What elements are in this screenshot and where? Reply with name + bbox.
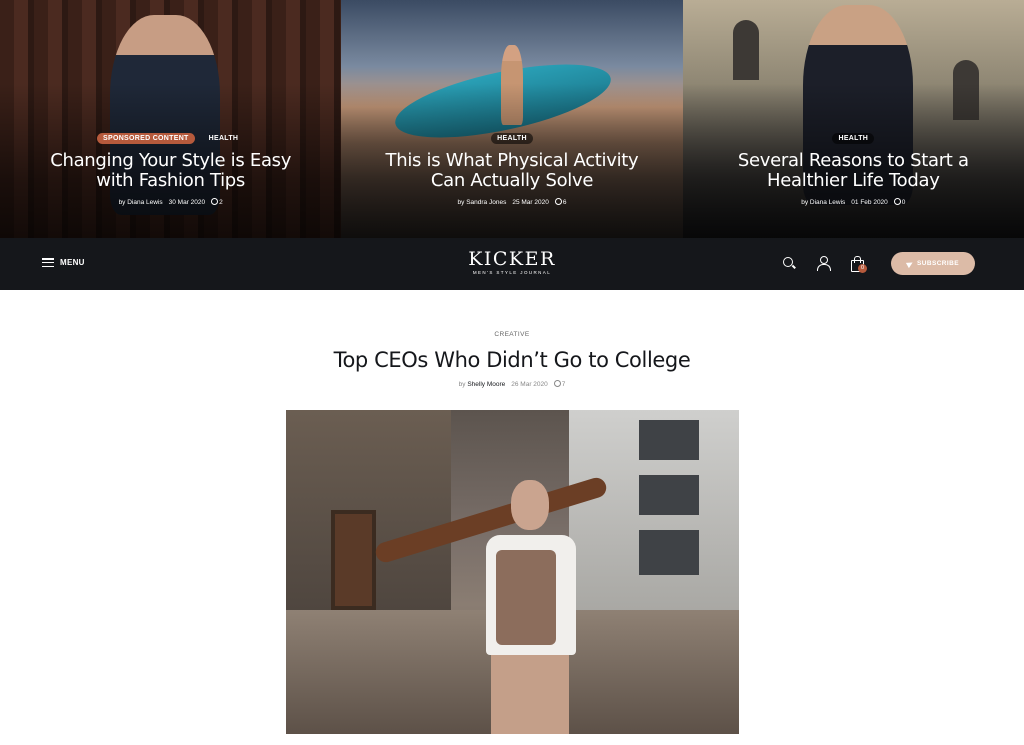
article-date: 26 Mar 2020 bbox=[511, 380, 548, 388]
card-meta: by Diana Lewis 30 Mar 2020 2 bbox=[0, 198, 341, 206]
card-title[interactable]: Several Reasons to Start a Healthier Lif… bbox=[713, 151, 993, 191]
card-content: SPONSORED CONTENT HEALTH Changing Your S… bbox=[0, 131, 341, 206]
logo-tagline: MEN'S STYLE JOURNAL bbox=[472, 270, 552, 275]
site-header: MENU KICKER MEN'S STYLE JOURNAL 0 SUBSCR… bbox=[0, 238, 1024, 290]
card-meta: by Sandra Jones 25 Mar 2020 6 bbox=[341, 198, 682, 206]
card-content: HEALTH Several Reasons to Start a Health… bbox=[683, 131, 1024, 206]
article-comments[interactable]: 7 bbox=[553, 380, 565, 388]
card-title[interactable]: Changing Your Style is Easy with Fashion… bbox=[31, 151, 311, 191]
cart-icon[interactable]: 0 bbox=[850, 256, 867, 273]
comment-icon bbox=[553, 380, 561, 387]
cart-count-badge: 0 bbox=[858, 264, 867, 273]
comment-icon bbox=[554, 198, 562, 205]
category-tag[interactable]: HEALTH bbox=[491, 132, 533, 144]
category-tag[interactable]: HEALTH bbox=[203, 133, 245, 144]
user-icon[interactable] bbox=[816, 256, 831, 271]
article-by: by bbox=[458, 380, 466, 388]
card-meta: by Diana Lewis 01 Feb 2020 0 bbox=[683, 198, 1024, 206]
article-author[interactable]: Shelly Moore bbox=[467, 381, 505, 388]
article-meta: by Shelly Moore 26 Mar 2020 7 bbox=[0, 380, 1024, 388]
site-logo[interactable]: KICKER MEN'S STYLE JOURNAL bbox=[0, 248, 1024, 276]
header-actions: 0 bbox=[782, 256, 867, 273]
featured-card[interactable]: HEALTH Several Reasons to Start a Health… bbox=[682, 0, 1024, 238]
card-date: 01 Feb 2020 bbox=[851, 198, 888, 206]
article: CREATIVE Top CEOs Who Didn’t Go to Colle… bbox=[0, 331, 1024, 388]
featured-posts: SPONSORED CONTENT HEALTH Changing Your S… bbox=[0, 0, 1024, 238]
card-author[interactable]: by Diana Lewis bbox=[119, 199, 163, 206]
card-author[interactable]: by Diana Lewis bbox=[801, 199, 845, 206]
card-title[interactable]: This is What Physical Activity Can Actua… bbox=[372, 151, 652, 191]
comment-icon bbox=[893, 198, 901, 205]
category-tag[interactable]: HEALTH bbox=[832, 132, 875, 144]
featured-card[interactable]: HEALTH This is What Physical Activity Ca… bbox=[341, 0, 683, 238]
card-comments[interactable]: 0 bbox=[893, 198, 905, 206]
card-content: HEALTH This is What Physical Activity Ca… bbox=[341, 131, 682, 206]
card-date: 30 Mar 2020 bbox=[168, 198, 206, 206]
article-title[interactable]: Top CEOs Who Didn’t Go to College bbox=[0, 348, 1024, 372]
send-icon bbox=[905, 259, 915, 268]
card-comments[interactable]: 2 bbox=[211, 198, 223, 206]
search-icon[interactable] bbox=[782, 256, 796, 270]
comment-icon bbox=[211, 198, 219, 205]
article-featured-image[interactable] bbox=[286, 410, 739, 734]
subscribe-label: SUBSCRIBE bbox=[917, 260, 959, 267]
logo-wordmark: KICKER bbox=[468, 248, 556, 270]
subscribe-button[interactable]: SUBSCRIBE bbox=[891, 252, 975, 275]
sponsored-badge[interactable]: SPONSORED CONTENT bbox=[97, 132, 195, 144]
article-category[interactable]: CREATIVE bbox=[0, 331, 1024, 338]
card-author[interactable]: by Sandra Jones bbox=[458, 199, 507, 206]
card-comments[interactable]: 6 bbox=[554, 198, 566, 206]
card-date: 25 Mar 2020 bbox=[512, 198, 549, 206]
featured-card[interactable]: SPONSORED CONTENT HEALTH Changing Your S… bbox=[0, 0, 342, 238]
